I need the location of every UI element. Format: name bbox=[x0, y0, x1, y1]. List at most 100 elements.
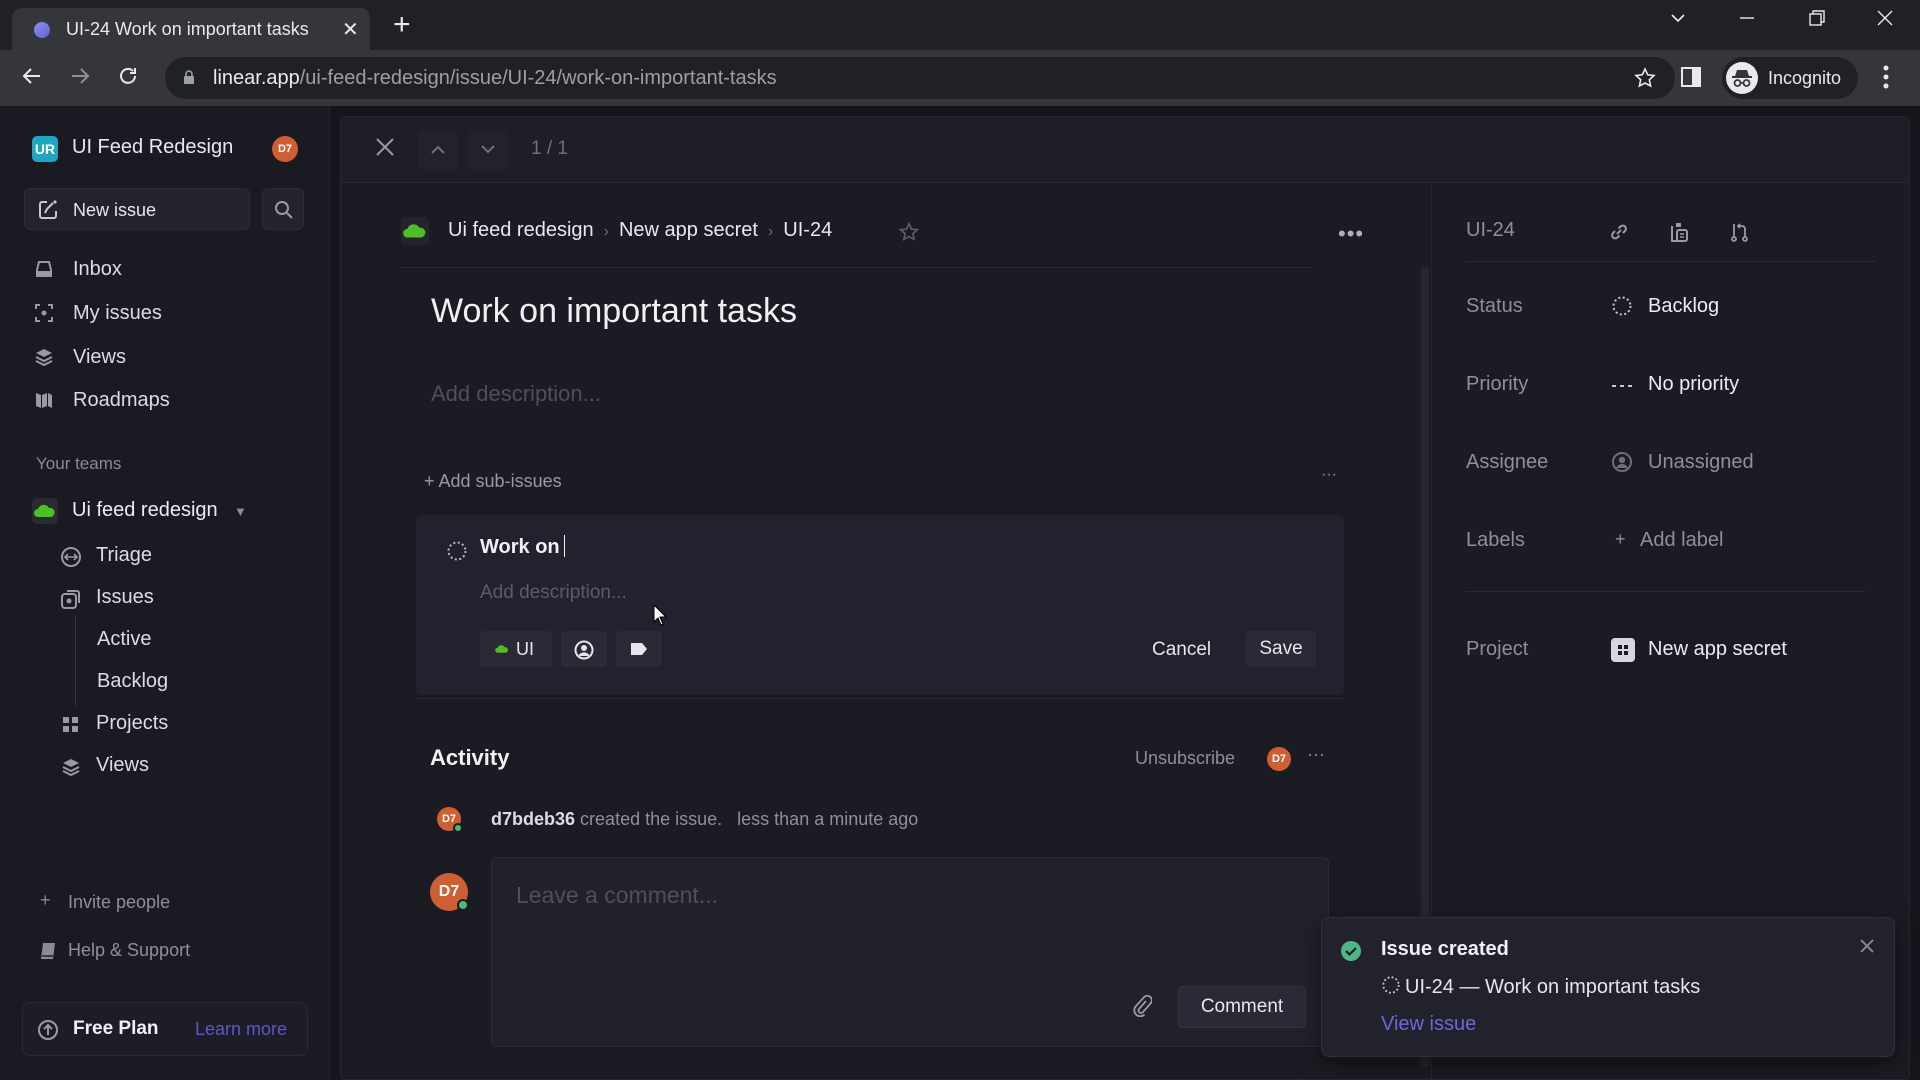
view-issue-link[interactable]: View issue bbox=[1381, 1013, 1476, 1036]
incognito-profile-button[interactable]: Incognito bbox=[1722, 57, 1858, 99]
sidebar-item-label: Views bbox=[73, 346, 126, 368]
views-icon bbox=[62, 759, 80, 777]
workspace-logo[interactable]: UR bbox=[32, 136, 58, 162]
favorite-star-icon[interactable] bbox=[898, 221, 920, 243]
sidebar-item-inbox[interactable]: Inbox bbox=[24, 250, 314, 288]
address-bar[interactable]: linear.app/ui-feed-redesign/issue/UI-24/… bbox=[165, 57, 1675, 99]
next-issue-button[interactable] bbox=[468, 130, 508, 170]
copy-id-icon[interactable] bbox=[1668, 221, 1690, 243]
activity-more-icon[interactable]: ··· bbox=[1307, 744, 1325, 765]
side-panel-icon[interactable] bbox=[1680, 66, 1702, 88]
workspace-name[interactable]: UI Feed Redesign bbox=[72, 136, 233, 159]
comment-button[interactable]: Comment bbox=[1178, 986, 1306, 1028]
toast-close-icon[interactable] bbox=[1859, 938, 1875, 954]
label-chip[interactable] bbox=[616, 631, 662, 667]
new-tab-button[interactable]: + bbox=[393, 8, 411, 42]
invite-label: Invite people bbox=[68, 892, 171, 912]
label-tag-icon bbox=[631, 643, 647, 655]
forward-icon[interactable] bbox=[68, 64, 92, 88]
subscriber-avatar[interactable]: D7 bbox=[1267, 747, 1291, 771]
bookmark-star-icon[interactable] bbox=[1633, 66, 1657, 90]
user-avatar[interactable]: D7 bbox=[272, 136, 298, 162]
team-item-issues[interactable]: Issues bbox=[60, 578, 300, 616]
triage-icon bbox=[61, 547, 81, 567]
team-ui-feed-redesign[interactable]: Ui feed redesign ▼ bbox=[32, 492, 312, 530]
team-chip-label: UI bbox=[516, 639, 534, 659]
tab-close-icon[interactable]: ✕ bbox=[342, 17, 359, 42]
save-button[interactable]: Save bbox=[1246, 631, 1316, 667]
team-item-label: Views bbox=[96, 754, 149, 776]
backlog-status-icon[interactable] bbox=[1611, 295, 1633, 317]
back-icon[interactable] bbox=[20, 64, 44, 88]
sub-issue-title-input[interactable]: Work on bbox=[480, 535, 565, 559]
browser-tab[interactable]: UI-24 Work on important tasks ✕ bbox=[12, 8, 370, 50]
project-icon[interactable] bbox=[1611, 638, 1635, 662]
breadcrumb-issue-id[interactable]: UI-24 bbox=[783, 219, 832, 241]
status-value[interactable]: Backlog bbox=[1648, 295, 1719, 318]
git-branch-icon[interactable] bbox=[1729, 221, 1751, 243]
property-label-priority: Priority bbox=[1466, 373, 1529, 395]
search-button[interactable] bbox=[262, 188, 304, 230]
team-item-views[interactable]: Views bbox=[60, 746, 300, 784]
cancel-button[interactable]: Cancel bbox=[1152, 639, 1211, 661]
activity-event: d7bdeb36 created the issue. less than a … bbox=[491, 809, 918, 830]
new-issue-button[interactable]: New issue bbox=[24, 188, 250, 230]
add-sub-issues-button[interactable]: + Add sub-issues bbox=[424, 471, 562, 492]
views-icon bbox=[35, 349, 53, 367]
team-item-label: Triage bbox=[96, 544, 152, 566]
project-value[interactable]: New app secret bbox=[1648, 638, 1787, 661]
incognito-icon bbox=[1726, 62, 1758, 94]
close-panel-icon[interactable] bbox=[374, 136, 396, 158]
restore-icon[interactable] bbox=[1807, 8, 1827, 28]
more-options-icon[interactable]: ••• bbox=[1338, 221, 1364, 247]
unassigned-avatar-icon[interactable] bbox=[1611, 451, 1633, 473]
attachment-paperclip-icon[interactable] bbox=[1132, 993, 1152, 1017]
inbox-icon bbox=[36, 261, 52, 277]
invite-people-button[interactable]: + Invite people bbox=[40, 888, 300, 920]
sidebar-item-label: Roadmaps bbox=[73, 389, 170, 411]
comment-editor[interactable]: Leave a comment... Comment bbox=[491, 857, 1329, 1047]
team-item-backlog[interactable]: Backlog bbox=[97, 662, 337, 700]
team-item-label: Backlog bbox=[97, 670, 169, 692]
team-item-active[interactable]: Active bbox=[97, 620, 337, 658]
sub-issues-more-icon[interactable]: ··· bbox=[1321, 466, 1337, 484]
event-user[interactable]: d7bdeb36 bbox=[491, 809, 575, 829]
sub-issue-description-input[interactable]: Add description... bbox=[480, 582, 627, 604]
reload-icon[interactable] bbox=[116, 64, 140, 88]
caret-down-icon[interactable]: ▼ bbox=[234, 504, 247, 519]
sidebar-item-my-issues[interactable]: My issues bbox=[24, 294, 314, 332]
comment-input[interactable]: Leave a comment... bbox=[516, 882, 718, 909]
issue-description-input[interactable]: Add description... bbox=[431, 381, 601, 407]
window-close-icon[interactable] bbox=[1875, 8, 1895, 28]
issue-title[interactable]: Work on important tasks bbox=[431, 292, 797, 331]
browser-toolbar: linear.app/ui-feed-redesign/issue/UI-24/… bbox=[0, 50, 1920, 106]
help-support-button[interactable]: Help & Support bbox=[40, 936, 300, 968]
copy-link-icon[interactable] bbox=[1608, 221, 1630, 243]
sidebar-item-roadmaps[interactable]: Roadmaps bbox=[24, 381, 314, 419]
browser-menu-icon[interactable] bbox=[1882, 64, 1890, 90]
property-label-labels: Labels bbox=[1466, 529, 1525, 551]
breadcrumb-team[interactable]: Ui feed redesign bbox=[448, 219, 594, 241]
minimize-icon[interactable] bbox=[1737, 8, 1757, 28]
previous-issue-button[interactable] bbox=[418, 130, 458, 170]
tab-search-chevron-icon[interactable] bbox=[1668, 8, 1688, 28]
event-time: less than a minute ago bbox=[737, 809, 919, 829]
priority-value[interactable]: No priority bbox=[1648, 373, 1739, 396]
backlog-status-icon[interactable] bbox=[446, 540, 468, 562]
add-label-button[interactable]: Add label bbox=[1640, 529, 1723, 552]
no-priority-icon[interactable] bbox=[1611, 375, 1633, 397]
chevron-up-icon bbox=[431, 145, 445, 154]
event-text: created the issue. bbox=[580, 809, 723, 829]
team-item-triage[interactable]: Triage bbox=[60, 536, 300, 574]
assignee-chip[interactable] bbox=[561, 631, 607, 667]
team-item-projects[interactable]: Projects bbox=[60, 704, 300, 742]
breadcrumb-project[interactable]: New app secret bbox=[619, 219, 758, 241]
unsubscribe-button[interactable]: Unsubscribe bbox=[1135, 748, 1235, 769]
roadmap-icon bbox=[36, 393, 52, 408]
browser-tab-strip: UI-24 Work on important tasks ✕ + bbox=[0, 0, 1920, 50]
assignee-value[interactable]: Unassigned bbox=[1648, 451, 1754, 474]
team-chip[interactable]: UI bbox=[480, 631, 552, 667]
activity-heading: Activity bbox=[430, 745, 510, 770]
sidebar-item-views[interactable]: Views bbox=[24, 338, 314, 376]
learn-more-link[interactable]: Learn more bbox=[195, 1019, 287, 1040]
